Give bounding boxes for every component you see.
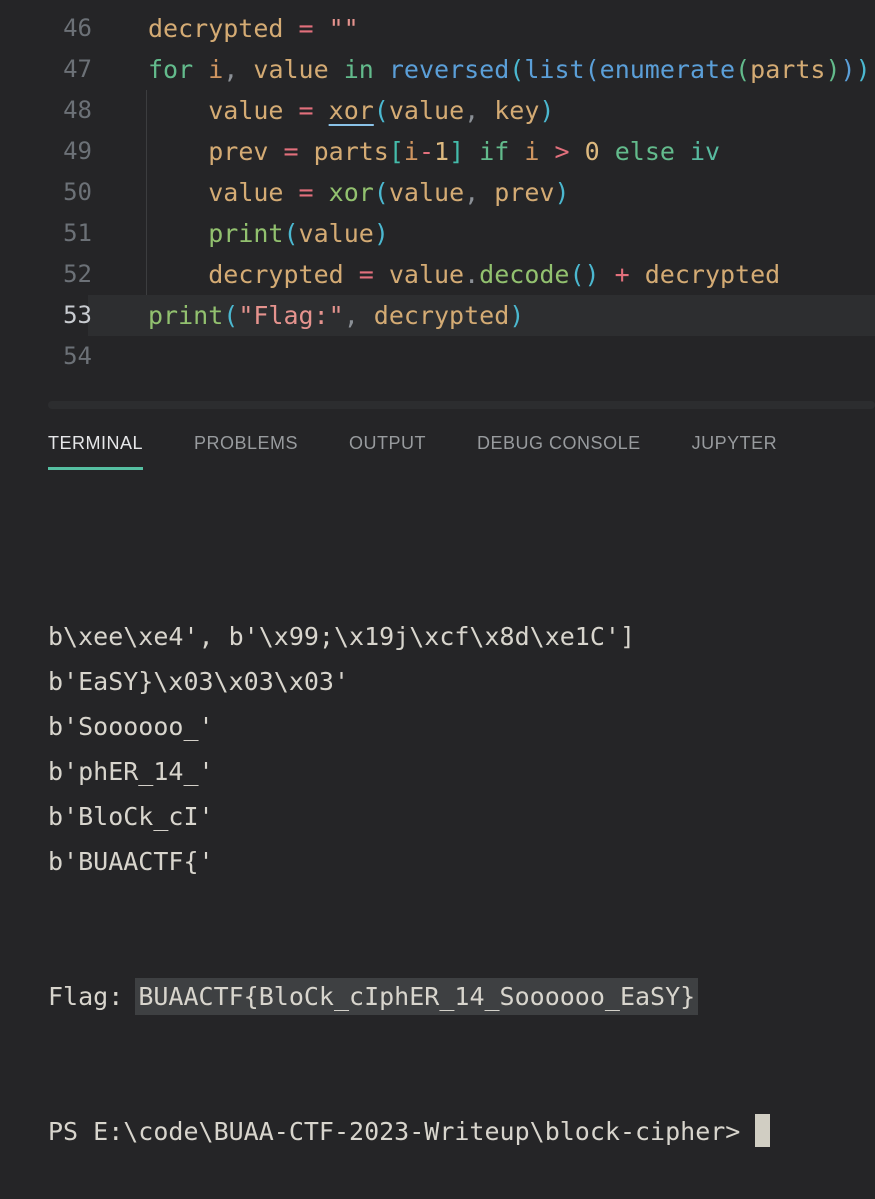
code-line[interactable]: 49 prev = parts[i-1] if i > 0 else iv [0, 131, 875, 172]
code-line[interactable]: 52 decrypted = value.decode() + decrypte… [0, 254, 875, 295]
terminal-line: b'BloCk_cI' [48, 794, 875, 839]
terminal-flag-line: Flag: BUAACTF{BloCk_cIphER_14_Soooooo_Ea… [48, 974, 875, 1019]
flag-selection: BUAACTF{BloCk_cIphER_14_Soooooo_EaSY} [135, 978, 698, 1015]
panel-tab-bar: TERMINAL PROBLEMS OUTPUT DEBUG CONSOLE JUPYT… [48, 431, 777, 470]
line-number[interactable]: 51 [0, 213, 92, 254]
code-text: value = xor(value, prev) [148, 172, 570, 213]
code-line[interactable]: 51 print(value) [0, 213, 875, 254]
terminal-prompt-line: PS E:\code\BUAA-CTF-2023-Writeup\block-c… [48, 1109, 875, 1154]
line-number[interactable]: 48 [0, 90, 92, 131]
tab-output[interactable]: OUTPUT [349, 431, 426, 470]
tab-jupyter[interactable]: JUPYTER [692, 431, 778, 470]
code-editor[interactable]: 46 decrypted = "" 47 for i, value in revers… [0, 0, 875, 400]
code-text: print(value) [148, 213, 389, 254]
tab-terminal[interactable]: TERMINAL [48, 431, 143, 470]
code-line[interactable]: 53 print("Flag:", decrypted) [0, 295, 875, 336]
tab-problems[interactable]: PROBLEMS [194, 431, 298, 470]
code-line[interactable]: 50 value = xor(value, prev) [0, 172, 875, 213]
line-number[interactable]: 53 [0, 295, 92, 336]
code-text: value = xor(value, key) [148, 90, 554, 131]
code-text: print("Flag:", decrypted) [148, 295, 524, 336]
terminal-line: b'phER_14_' [48, 749, 875, 794]
code-line[interactable]: 47 for i, value in reversed(list(enumerat… [0, 49, 875, 90]
terminal-line: b\xee\xe4', b'\x99;\x19j\xcf\x8d\xe1C'] [48, 614, 875, 659]
terminal-output[interactable]: b\xee\xe4', b'\x99;\x19j\xcf\x8d\xe1C']b… [48, 524, 875, 1199]
line-number[interactable]: 50 [0, 172, 92, 213]
line-number[interactable]: 49 [0, 131, 92, 172]
code-line[interactable]: 48 value = xor(value, key) [0, 90, 875, 131]
line-number[interactable]: 46 [0, 8, 92, 49]
code-text: decrypted = value.decode() + decrypted [148, 254, 780, 295]
line-number[interactable]: 47 [0, 49, 92, 90]
line-number[interactable]: 54 [0, 336, 92, 377]
terminal-cursor [755, 1114, 770, 1147]
code-line[interactable]: 54 [0, 336, 875, 377]
terminal-line: b'Soooooo_' [48, 704, 875, 749]
code-text: for i, value in reversed(list(enumerate(… [148, 49, 875, 90]
terminal-line: b'EaSY}\x03\x03\x03' [48, 659, 875, 704]
code-line[interactable]: 46 decrypted = "" [0, 8, 875, 49]
terminal-line: b'BUAACTF{' [48, 839, 875, 884]
code-text: decrypted = "" [148, 8, 359, 49]
flag-label: Flag: [48, 982, 138, 1011]
prompt-text: PS E:\code\BUAA-CTF-2023-Writeup\block-c… [48, 1117, 755, 1146]
editor-lines: 46 decrypted = "" 47 for i, value in revers… [0, 8, 875, 377]
indent-guide [146, 90, 147, 295]
tab-debug-console[interactable]: DEBUG CONSOLE [477, 431, 641, 470]
code-text: prev = parts[i-1] if i > 0 else iv [148, 131, 720, 172]
line-number[interactable]: 52 [0, 254, 92, 295]
editor-horizontal-scrollbar[interactable] [48, 401, 875, 409]
terminal-scrollback: b\xee\xe4', b'\x99;\x19j\xcf\x8d\xe1C']b… [48, 614, 875, 884]
